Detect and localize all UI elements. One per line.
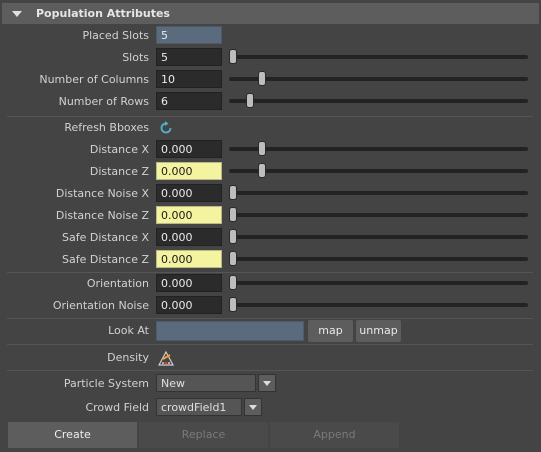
orientation-slider[interactable] <box>229 276 528 289</box>
number-of-rows-row: Number of Rows 6 <box>0 92 541 112</box>
slots-row: Slots 5 <box>0 48 541 68</box>
distance-x-row: Distance X 0.000 <box>0 140 541 160</box>
distance-noise-x-slider-handle[interactable] <box>230 186 236 199</box>
section-header[interactable]: Population Attributes <box>2 3 539 24</box>
distance-noise-x-label: Distance Noise X <box>55 187 149 200</box>
safe-distance-x-field[interactable]: 0.000 <box>156 228 222 246</box>
safe-distance-z-field[interactable]: 0.000 <box>156 250 222 268</box>
orientation-noise-slider-handle[interactable] <box>230 298 236 311</box>
number-of-rows-field[interactable]: 6 <box>156 92 222 110</box>
orientation-label: Orientation <box>86 277 149 290</box>
divider <box>7 318 533 319</box>
placed-slots-label: Placed Slots <box>82 29 149 42</box>
look-at-field[interactable] <box>156 321 304 341</box>
safe-distance-x-row: Safe Distance X 0.000 <box>0 228 541 248</box>
distance-noise-x-slider[interactable] <box>229 186 528 199</box>
unmap-button[interactable]: unmap <box>356 320 401 342</box>
chevron-down-icon[interactable] <box>258 374 276 392</box>
divider <box>7 116 533 117</box>
orientation-row: Orientation 0.000 <box>0 274 541 294</box>
slots-label: Slots <box>122 51 149 64</box>
distance-x-slider[interactable] <box>229 142 528 155</box>
number-of-columns-row: Number of Columns 10 <box>0 70 541 90</box>
collapse-arrow-icon[interactable] <box>12 10 22 17</box>
map-button[interactable]: map <box>308 320 353 342</box>
distance-z-slider[interactable] <box>229 164 528 177</box>
distance-noise-z-slider-handle[interactable] <box>230 208 236 221</box>
orientation-noise-field[interactable]: 0.000 <box>156 296 222 314</box>
density-label: Density <box>107 351 149 364</box>
particle-system-dropdown[interactable]: New <box>156 374 256 392</box>
chevron-down-icon[interactable] <box>244 398 262 416</box>
safe-distance-x-slider[interactable] <box>229 230 528 243</box>
distance-x-slider-handle[interactable] <box>259 142 266 155</box>
distance-noise-x-row: Distance Noise X 0.000 <box>0 184 541 204</box>
crowd-field-dropdown[interactable]: crowdField1 <box>156 398 242 416</box>
distance-noise-z-label: Distance Noise Z <box>55 209 149 222</box>
safe-distance-z-slider[interactable] <box>229 252 528 265</box>
population-attributes-panel: Population Attributes Placed Slots 5 Slo… <box>0 0 541 452</box>
refresh-bboxes-row: Refresh Bboxes <box>0 118 541 138</box>
number-of-columns-slider[interactable] <box>229 72 528 85</box>
distance-noise-x-field[interactable]: 0.000 <box>156 184 222 202</box>
distance-noise-z-row: Distance Noise Z 0.000 <box>0 206 541 226</box>
distance-noise-z-slider[interactable] <box>229 208 528 221</box>
create-button[interactable]: Create <box>8 422 137 448</box>
orientation-slider-handle[interactable] <box>230 276 236 289</box>
slots-slider-handle[interactable] <box>230 50 236 63</box>
density-row: Density <box>0 348 541 368</box>
number-of-columns-field[interactable]: 10 <box>156 70 222 88</box>
distance-z-slider-handle[interactable] <box>259 164 266 177</box>
safe-distance-x-slider-handle[interactable] <box>230 230 236 243</box>
number-of-rows-label: Number of Rows <box>58 95 149 108</box>
divider <box>7 344 533 345</box>
particle-system-label: Particle System <box>63 377 149 390</box>
refresh-icon[interactable] <box>158 120 174 136</box>
crowd-field-label: Crowd Field <box>85 401 149 414</box>
append-button[interactable]: Append <box>270 422 399 448</box>
distance-x-label: Distance X <box>89 143 149 156</box>
number-of-rows-slider[interactable] <box>229 94 528 107</box>
refresh-bboxes-label: Refresh Bboxes <box>64 121 149 134</box>
crowd-field-row: Crowd Field crowdField1 <box>0 398 541 418</box>
action-bar: Create Replace Append <box>8 422 534 448</box>
orientation-noise-slider[interactable] <box>229 298 528 311</box>
safe-distance-x-label: Safe Distance X <box>62 231 149 244</box>
placed-slots-row: Placed Slots 5 <box>0 26 541 46</box>
orientation-noise-label: Orientation Noise <box>52 299 149 312</box>
distance-z-label: Distance Z <box>89 165 149 178</box>
paint-brush-icon[interactable] <box>157 349 175 367</box>
number-of-columns-slider-handle[interactable] <box>259 72 266 85</box>
number-of-columns-label: Number of Columns <box>39 73 149 86</box>
slots-slider[interactable] <box>229 50 528 63</box>
distance-noise-z-field[interactable]: 0.000 <box>156 206 222 224</box>
divider <box>7 272 533 273</box>
safe-distance-z-slider-handle[interactable] <box>230 252 236 265</box>
look-at-label: Look At <box>108 324 149 337</box>
distance-x-field[interactable]: 0.000 <box>156 140 222 158</box>
distance-z-row: Distance Z 0.000 <box>0 162 541 182</box>
particle-system-row: Particle System New <box>0 374 541 394</box>
replace-button[interactable]: Replace <box>139 422 268 448</box>
orientation-noise-row: Orientation Noise 0.000 <box>0 296 541 316</box>
section-title: Population Attributes <box>36 7 170 20</box>
number-of-rows-slider-handle[interactable] <box>247 94 254 107</box>
slots-field[interactable]: 5 <box>156 48 222 66</box>
safe-distance-z-label: Safe Distance Z <box>62 253 149 266</box>
safe-distance-z-row: Safe Distance Z 0.000 <box>0 250 541 270</box>
placed-slots-field[interactable]: 5 <box>156 26 222 44</box>
distance-z-field[interactable]: 0.000 <box>156 162 222 180</box>
divider <box>7 370 533 371</box>
look-at-row: Look At map unmap <box>0 320 541 342</box>
orientation-field[interactable]: 0.000 <box>156 274 222 292</box>
